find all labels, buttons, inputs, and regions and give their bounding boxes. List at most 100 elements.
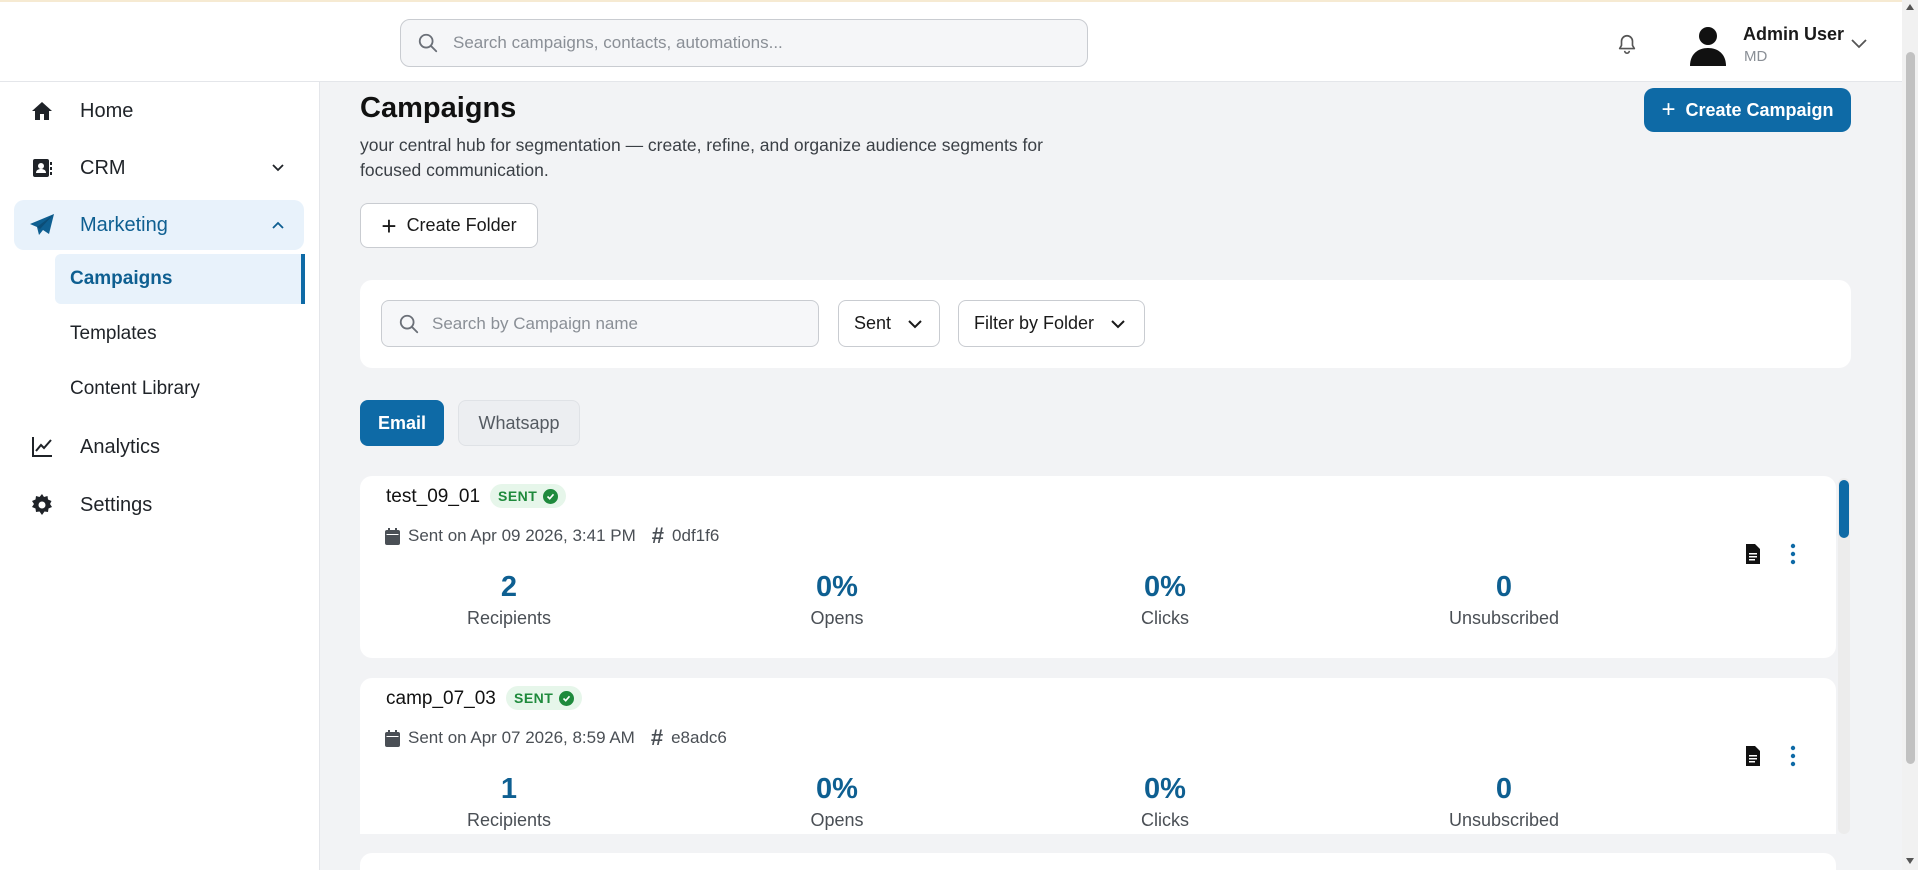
sidebar-item-analytics[interactable]: Analytics — [14, 422, 304, 472]
stat-label: Unsubscribed — [1448, 608, 1560, 628]
sidebar-item-marketing[interactable]: Marketing — [14, 200, 304, 250]
bell-icon[interactable] — [1616, 32, 1638, 56]
chevron-down-icon — [272, 164, 284, 172]
stat-label: Clicks — [1141, 810, 1189, 830]
stat-label: Opens — [810, 810, 864, 830]
stat-label: Recipients — [466, 810, 552, 830]
tab-whatsapp[interactable]: Whatsapp — [458, 400, 580, 446]
chevron-down-icon[interactable] — [1850, 36, 1868, 50]
status-badge: SENT — [506, 686, 583, 710]
more-options-icon[interactable] — [1788, 744, 1798, 768]
stat-unsubscribed: 0 Unsubscribed — [1394, 773, 1614, 831]
status-filter-dropdown[interactable]: Sent — [838, 300, 940, 347]
document-icon[interactable] — [1744, 746, 1762, 766]
line-chart-icon — [28, 433, 56, 461]
status-filter-value: Sent — [854, 313, 892, 333]
status-badge-text: SENT — [514, 690, 554, 706]
campaign-name[interactable]: camp_07_03 — [386, 688, 496, 710]
sidebar-subitem-campaigns[interactable]: Campaigns — [55, 254, 305, 304]
folder-filter-value: Filter by Folder — [974, 313, 1095, 333]
stat-value: 1 — [500, 773, 518, 805]
sidebar-item-settings[interactable]: Settings — [14, 480, 304, 530]
sidebar-subitem-templates[interactable]: Templates — [55, 309, 305, 359]
campaign-search-box[interactable] — [381, 300, 819, 347]
campaign-list[interactable]: test_09_01 SENT Sent on Apr 09 2026, 3:4… — [360, 476, 1850, 834]
create-folder-button[interactable]: + Create Folder — [360, 203, 538, 248]
campaign-meta: Sent on Apr 07 2026, 8:59 AM # e8adc6 — [385, 725, 727, 751]
campaign-card — [360, 853, 1836, 870]
campaign-card[interactable]: test_09_01 SENT Sent on Apr 09 2026, 3:4… — [360, 476, 1836, 658]
global-search-box[interactable] — [400, 19, 1088, 67]
stat-opens: 0% Opens — [727, 571, 947, 629]
scrollbar-thumb[interactable] — [1906, 52, 1915, 764]
stat-clicks: 0% Clicks — [1055, 773, 1275, 831]
status-badge-text: SENT — [498, 488, 538, 504]
plus-icon: + — [381, 210, 397, 241]
scroll-down-arrow-icon[interactable] — [1906, 858, 1914, 864]
search-icon — [418, 33, 438, 53]
stat-value: 0% — [1144, 773, 1186, 805]
stat-clicks: 0% Clicks — [1055, 571, 1275, 629]
plus-icon: + — [1661, 96, 1676, 123]
chevron-down-icon — [1111, 319, 1125, 328]
campaign-id: e8adc6 — [671, 728, 727, 747]
hash-icon: # — [650, 725, 664, 750]
create-folder-label: Create Folder — [406, 215, 517, 235]
sidebar: Home CRM Marketing Campaigns Templates C… — [0, 82, 320, 870]
stat-value: 0% — [816, 571, 858, 603]
stat-label: Recipients — [466, 608, 552, 628]
stat-value: 0% — [816, 773, 858, 805]
document-icon[interactable] — [1744, 544, 1762, 564]
check-circle-icon — [559, 690, 575, 706]
sent-date: Sent on Apr 07 2026, 8:59 AM — [408, 728, 635, 747]
scrollbar-thumb[interactable] — [1839, 480, 1849, 538]
stat-value: 0% — [1144, 571, 1186, 603]
stat-value: 0 — [1495, 571, 1513, 603]
sidebar-item-label: Marketing — [80, 213, 168, 236]
stat-label: Clicks — [1141, 608, 1189, 628]
page-description: your central hub for segmentation — crea… — [360, 135, 1043, 180]
more-options-icon[interactable] — [1788, 542, 1798, 566]
sidebar-item-label: CRM — [80, 156, 126, 179]
campaign-search-input[interactable] — [432, 313, 812, 334]
top-bar: Admin User MD — [0, 0, 1918, 82]
check-circle-icon — [543, 488, 559, 504]
create-campaign-button[interactable]: + Create Campaign — [1644, 88, 1851, 132]
calendar-icon — [385, 729, 400, 747]
stat-label: Unsubscribed — [1448, 810, 1560, 830]
sidebar-item-home[interactable]: Home — [14, 86, 304, 136]
home-icon — [28, 97, 56, 125]
filter-card: Sent Filter by Folder — [360, 280, 1851, 368]
hash-icon: # — [651, 523, 665, 548]
stat-recipients: 1 Recipients — [399, 773, 619, 831]
create-campaign-label: Create Campaign — [1685, 99, 1834, 120]
global-search-input[interactable] — [453, 33, 1053, 53]
stat-unsubscribed: 0 Unsubscribed — [1394, 571, 1614, 629]
paper-plane-icon — [28, 211, 56, 239]
search-icon — [399, 314, 419, 333]
sidebar-subitem-content-library[interactable]: Content Library — [55, 364, 305, 414]
sidebar-item-crm[interactable]: CRM — [14, 143, 304, 193]
campaign-list-scrollbar[interactable] — [1838, 478, 1850, 834]
avatar[interactable] — [1686, 22, 1730, 66]
sent-date: Sent on Apr 09 2026, 3:41 PM — [408, 526, 636, 545]
stat-opens: 0% Opens — [727, 773, 947, 831]
gear-icon — [28, 491, 56, 519]
chevron-down-icon — [908, 319, 922, 328]
campaign-card[interactable]: camp_07_03 SENT Sent on Apr 07 2026, 8:5… — [360, 678, 1836, 834]
folder-filter-dropdown[interactable]: Filter by Folder — [958, 300, 1145, 347]
campaign-meta: Sent on Apr 09 2026, 3:41 PM # 0df1f6 — [385, 523, 719, 549]
user-role: MD — [1744, 48, 1768, 65]
tab-email[interactable]: Email — [360, 400, 444, 446]
status-badge: SENT — [490, 484, 567, 508]
stat-value: 2 — [500, 571, 518, 603]
contacts-icon — [28, 154, 56, 182]
sidebar-item-label: Home — [80, 99, 134, 122]
user-name[interactable]: Admin User — [1743, 24, 1844, 45]
page-scrollbar[interactable] — [1902, 0, 1918, 870]
stat-value: 0 — [1495, 773, 1513, 805]
scroll-up-arrow-icon[interactable] — [1906, 4, 1914, 10]
campaign-name[interactable]: test_09_01 — [386, 486, 480, 508]
sidebar-item-label: Analytics — [80, 435, 161, 458]
stat-label: Opens — [810, 608, 864, 628]
